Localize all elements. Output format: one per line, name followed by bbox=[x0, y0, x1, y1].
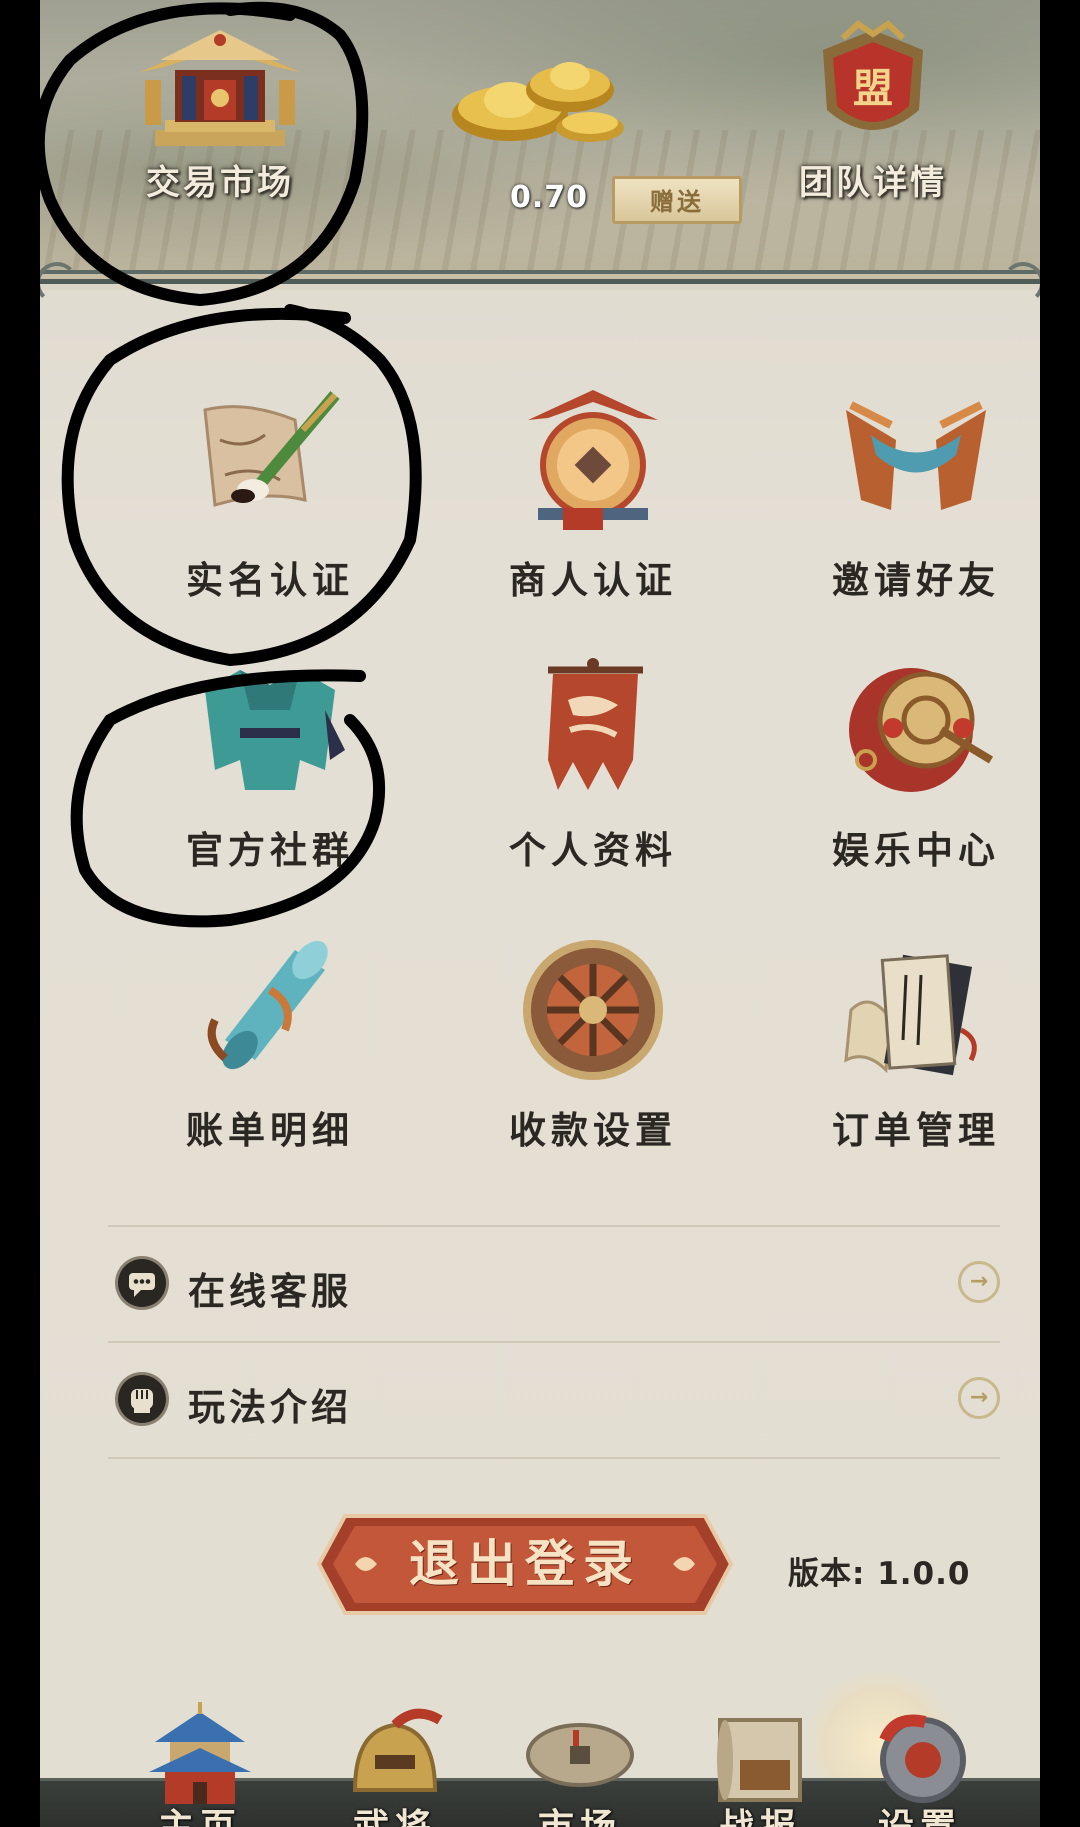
books-icon bbox=[831, 930, 1001, 1090]
header-border bbox=[40, 262, 1040, 304]
official-community-button[interactable]: 官方社群 bbox=[120, 650, 420, 874]
nav-settings[interactable]: 设置 bbox=[840, 1700, 1000, 1827]
alliance-char: 盟 bbox=[853, 66, 893, 112]
grid-label: 实名认证 bbox=[186, 559, 354, 602]
report-scroll-icon bbox=[695, 1700, 825, 1810]
nav-home[interactable]: 主页 bbox=[120, 1700, 280, 1827]
gameplay-intro-row[interactable]: 玩法介绍 → bbox=[108, 1341, 1000, 1459]
chat-icon bbox=[118, 1259, 166, 1307]
grid-label: 订单管理 bbox=[832, 1109, 1000, 1152]
robe-icon bbox=[185, 650, 355, 810]
market-building-icon bbox=[130, 20, 310, 155]
invite-friends-button[interactable]: 邀请好友 bbox=[766, 380, 1040, 604]
gameplay-intro-label: 玩法介绍 bbox=[188, 1386, 352, 1429]
invite-scroll-icon bbox=[831, 380, 1001, 540]
version-label: 版本: 1.0.0 bbox=[788, 1556, 971, 1592]
merchant-coin-icon bbox=[508, 380, 678, 540]
grid-label: 娱乐中心 bbox=[832, 829, 1000, 872]
header-banner: 交易市场 0.70 赠送 盟 团队详情 bbox=[40, 0, 1040, 285]
chevron-right-icon[interactable]: → bbox=[958, 1377, 1000, 1419]
order-management-button[interactable]: 订单管理 bbox=[766, 930, 1040, 1154]
bill-details-button[interactable]: 账单明细 bbox=[120, 930, 420, 1154]
grid-label: 收款设置 bbox=[509, 1109, 677, 1152]
grid-label: 官方社群 bbox=[186, 829, 354, 872]
alliance-shield-icon: 盟 bbox=[803, 20, 943, 155]
scroll-roll-icon bbox=[185, 930, 355, 1090]
online-support-label: 在线客服 bbox=[188, 1270, 352, 1313]
logout-label: 退出登录 bbox=[409, 1535, 641, 1593]
banner-icon bbox=[508, 650, 678, 810]
nav-generals[interactable]: 武将 bbox=[315, 1700, 475, 1827]
grid-label: 邀请好友 bbox=[832, 559, 1000, 602]
gear-icon bbox=[855, 1700, 985, 1810]
payment-settings-button[interactable]: 收款设置 bbox=[443, 930, 743, 1154]
drum-icon bbox=[831, 650, 1001, 810]
pagoda-icon bbox=[135, 1700, 265, 1810]
coin-icon bbox=[515, 1700, 645, 1810]
team-details-label: 团队详情 bbox=[799, 163, 947, 203]
market-button[interactable]: 交易市场 bbox=[120, 20, 320, 204]
merchant-verify-button[interactable]: 商人认证 bbox=[443, 380, 743, 604]
nav-label: 战报 bbox=[680, 1798, 840, 1827]
nav-battle-report[interactable]: 战报 bbox=[680, 1700, 840, 1827]
grid-label: 个人资料 bbox=[509, 829, 677, 872]
helmet-icon bbox=[330, 1700, 460, 1810]
settings-page: 交易市场 0.70 赠送 盟 团队详情 实名认证 商人认证 邀请好友 官方社群 … bbox=[40, 0, 1040, 1827]
personal-profile-button[interactable]: 个人资料 bbox=[443, 650, 743, 874]
grid-label: 账单明细 bbox=[186, 1109, 354, 1152]
chevron-right-icon[interactable]: → bbox=[958, 1261, 1000, 1303]
gold-ingot-icon bbox=[440, 30, 630, 150]
logout-button[interactable]: 退出登录 bbox=[315, 1512, 735, 1617]
nav-label: 市场 bbox=[500, 1798, 660, 1827]
brush-scroll-icon bbox=[185, 380, 355, 540]
nav-label: 武将 bbox=[315, 1798, 475, 1827]
wheel-icon bbox=[508, 930, 678, 1090]
nav-label: 设置 bbox=[840, 1798, 1000, 1827]
online-support-row[interactable]: 在线客服 → bbox=[108, 1225, 1000, 1341]
entertainment-center-button[interactable]: 娱乐中心 bbox=[766, 650, 1040, 874]
bottom-navigation: 主页 武将 市场 bbox=[40, 1670, 1040, 1827]
balance-value: 0.70 bbox=[510, 180, 589, 215]
fist-icon bbox=[118, 1375, 166, 1423]
team-details-button[interactable]: 盟 团队详情 bbox=[768, 20, 978, 204]
real-name-verify-button[interactable]: 实名认证 bbox=[120, 380, 420, 604]
nav-market[interactable]: 市场 bbox=[500, 1700, 660, 1827]
nav-label: 主页 bbox=[120, 1798, 280, 1827]
grid-label: 商人认证 bbox=[509, 559, 677, 602]
market-label: 交易市场 bbox=[146, 163, 294, 203]
gift-button[interactable]: 赠送 bbox=[612, 176, 742, 224]
